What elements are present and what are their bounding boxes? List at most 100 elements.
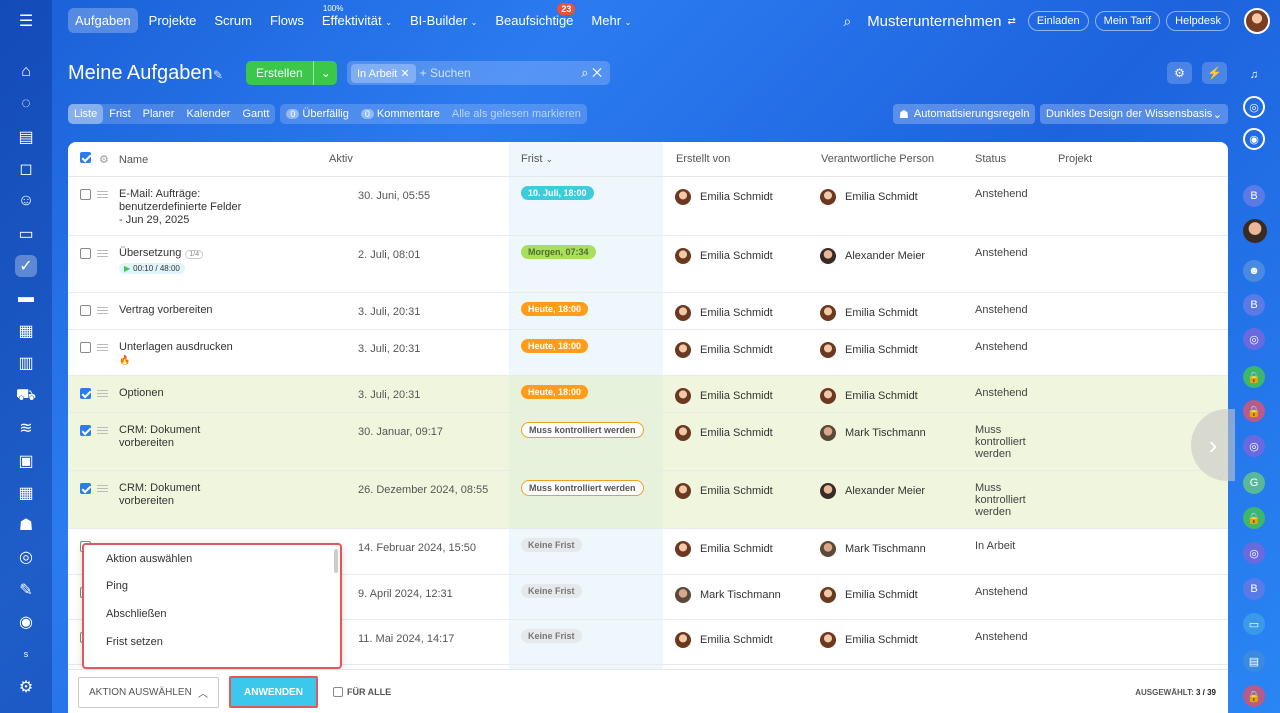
deadline-badge[interactable]: Morgen, 07:34 xyxy=(521,244,596,259)
nav-mehr[interactable]: Mehr ⌄ xyxy=(584,8,638,33)
table-row[interactable]: CRM: Dokument vorbereiten 26. Dezember 20… xyxy=(68,470,1228,529)
chat-b-icon[interactable]: B xyxy=(1243,185,1265,207)
drag-handle-icon[interactable] xyxy=(97,389,108,398)
row-checkbox[interactable] xyxy=(80,188,91,200)
contact-avatar[interactable] xyxy=(1243,219,1267,243)
option-select-action[interactable]: Aktion auswählen xyxy=(84,545,340,573)
timer-pill[interactable]: ▶ 00:10 / 48:00 xyxy=(119,262,185,274)
header-project[interactable]: Projekt xyxy=(1058,142,1228,177)
pulse-icon[interactable]: ◎ xyxy=(1243,96,1265,118)
person-chip[interactable]: Emilia Schmidt xyxy=(820,586,975,603)
chevron-down-icon[interactable]: ⌄ xyxy=(312,61,338,85)
lock-icon[interactable]: 🔒 xyxy=(1243,507,1265,529)
nav-aufgaben[interactable]: Aufgaben xyxy=(68,8,138,33)
sign-icon[interactable]: ✎ xyxy=(15,579,37,601)
tab-gantt[interactable]: Gantt xyxy=(236,104,275,124)
groups-icon[interactable]: ☺ xyxy=(15,190,37,212)
play-icon[interactable]: ▶ xyxy=(124,264,130,273)
row-checkbox[interactable] xyxy=(80,304,91,316)
nav-projekte[interactable]: Projekte xyxy=(142,8,204,33)
lock-icon[interactable]: 🔒 xyxy=(1243,685,1265,707)
table-row[interactable]: Übersetzung 1/4 ▶ 00:10 / 48:00 2. Juli, 08:… xyxy=(68,235,1228,293)
drag-handle-icon[interactable] xyxy=(97,426,108,435)
option-ping[interactable]: Ping xyxy=(84,573,340,601)
support-icon[interactable]: ◉ xyxy=(15,611,37,633)
deadline-badge[interactable]: Heute, 18:00 xyxy=(521,338,589,353)
person-chip[interactable]: Mark Tischmann xyxy=(820,540,975,557)
deadline-badge[interactable]: Muss kontrolliert werden xyxy=(521,479,644,496)
drag-handle-icon[interactable] xyxy=(97,249,108,258)
table-row[interactable]: Vertrag vorbereiten 3. Juli, 20:31 Heute, … xyxy=(68,292,1228,330)
tab-frist[interactable]: Frist xyxy=(103,104,136,124)
lock-icon[interactable]: 🔒 xyxy=(1243,400,1265,422)
drag-handle-icon[interactable] xyxy=(97,343,108,352)
task-title[interactable]: E-Mail: Aufträge: benutzerdefinierte Fel… xyxy=(119,188,244,227)
task-title[interactable]: Vertrag vorbereiten xyxy=(119,304,244,317)
row-checkbox[interactable] xyxy=(80,341,91,353)
chat-icon[interactable]: ◌ xyxy=(15,93,37,115)
close-icon[interactable]: ✕ xyxy=(400,68,409,80)
documents-icon[interactable]: ▭ xyxy=(15,223,37,245)
deadline-badge[interactable]: Heute, 18:00 xyxy=(521,301,589,316)
for-all-checkbox[interactable] xyxy=(333,687,343,697)
person-chip[interactable]: Emilia Schmidt xyxy=(675,631,809,648)
bell-icon[interactable]: ♫ xyxy=(1243,64,1265,86)
group-avatar[interactable]: ☻ xyxy=(1243,260,1265,282)
table-row[interactable]: CRM: Dokument vorbereiten 30. Januar, 09:… xyxy=(68,412,1228,471)
task-title[interactable]: Übersetzung xyxy=(119,247,181,259)
tab-kalender[interactable]: Kalender xyxy=(180,104,236,124)
automation-button[interactable]: ☗ Automatisierungsregeln xyxy=(893,104,1036,124)
tab-planer[interactable]: Planer xyxy=(137,104,181,124)
row-checkbox[interactable] xyxy=(80,482,91,494)
header-name-label[interactable]: Name xyxy=(119,154,148,166)
create-button[interactable]: Erstellen ⌄ xyxy=(246,61,337,85)
plan-button[interactable]: Mein Tarif xyxy=(1094,11,1161,31)
option-set-deadline[interactable]: Frist setzen xyxy=(84,628,340,656)
deadline-badge[interactable]: Keine Frist xyxy=(521,537,582,552)
apply-button[interactable]: ANWENDEN xyxy=(229,676,318,708)
lightning-button[interactable]: ⚡ xyxy=(1202,62,1227,84)
person-chip[interactable]: Mark Tischmann xyxy=(820,424,975,441)
search-icon[interactable]: ⌕ xyxy=(843,13,851,30)
filter-funnel-icon[interactable]: ≋ xyxy=(15,417,37,439)
person-chip[interactable]: Emilia Schmidt xyxy=(675,424,809,441)
person-chip[interactable]: Emilia Schmidt xyxy=(820,631,975,648)
person-chip[interactable]: Emilia Schmidt xyxy=(675,247,809,264)
switch-icon[interactable]: ⇄ xyxy=(1007,16,1015,27)
person-chip[interactable]: Emilia Schmidt xyxy=(820,341,975,358)
chat-b-icon[interactable]: B xyxy=(1243,578,1265,600)
user-avatar[interactable] xyxy=(1244,8,1270,34)
s-icon[interactable]: s xyxy=(15,643,37,665)
task-title[interactable]: CRM: Dokument vorbereiten xyxy=(119,482,244,508)
tasks-icon[interactable]: ✓ xyxy=(15,255,37,277)
table-row[interactable]: E-Mail: Aufträge: benutzerdefinierte Fel… xyxy=(68,176,1228,236)
tab-liste[interactable]: Liste xyxy=(68,104,104,124)
person-chip[interactable]: Emilia Schmidt xyxy=(675,304,809,321)
person-chip[interactable]: Alexander Meier xyxy=(820,482,975,499)
header-responsible[interactable]: Verantwortliche Person xyxy=(809,142,975,177)
dropdown-scrollbar[interactable] xyxy=(334,549,338,573)
table-row[interactable]: Optionen 3. Juli, 20:31 Heute, 18:00 Emilia… xyxy=(68,375,1228,413)
sites-icon[interactable]: ▣ xyxy=(15,450,37,472)
chat-b-icon[interactable]: B xyxy=(1243,294,1265,316)
header-created-by[interactable]: Erstellt von xyxy=(663,142,809,177)
pin-icon[interactable]: ✎ xyxy=(213,68,223,82)
copilot-icon[interactable]: ◉ xyxy=(1243,128,1265,150)
shop-icon[interactable]: ⛟ xyxy=(15,385,37,407)
row-checkbox[interactable] xyxy=(80,424,91,436)
drive-icon[interactable]: ▬ xyxy=(15,287,37,309)
analytics-icon[interactable]: ▥ xyxy=(15,352,37,374)
nav-scrum[interactable]: Scrum xyxy=(207,8,259,33)
search-icon[interactable]: ⌕ ✕ xyxy=(581,65,602,81)
menu-icon[interactable]: ☰ xyxy=(15,10,37,32)
task-title[interactable]: CRM: Dokument vorbereiten xyxy=(119,424,244,450)
action-select[interactable]: AKTION AUSWÄHLEN ︿ xyxy=(78,677,219,708)
company-name[interactable]: Musterunternehmen xyxy=(867,13,1001,30)
drag-handle-icon[interactable] xyxy=(97,190,108,199)
overdue-filter[interactable]: 0 Überfällig xyxy=(280,104,354,124)
contact-card-icon[interactable]: ▤ xyxy=(1243,650,1265,672)
drag-handle-icon[interactable] xyxy=(97,484,108,493)
deadline-badge[interactable]: Keine Frist xyxy=(521,583,582,598)
deadline-badge[interactable]: Heute, 18:00 xyxy=(521,384,589,399)
task-title[interactable]: Optionen xyxy=(119,387,244,400)
